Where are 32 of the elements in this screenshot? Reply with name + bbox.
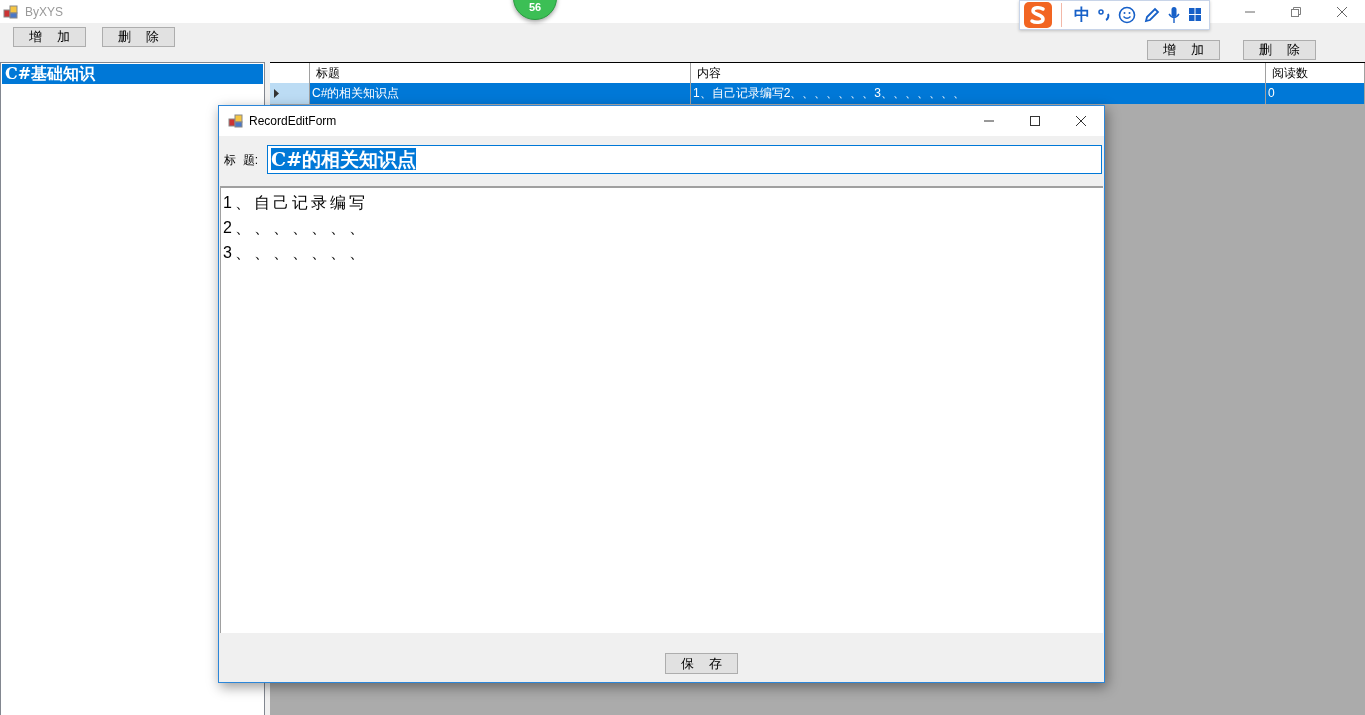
maximize-icon[interactable] [1029,115,1041,127]
pen-icon[interactable] [1144,6,1160,24]
toolbar-button[interactable]: 增 加 [13,27,86,47]
table-cell: 1、自己记录编写2、、、、、、、3、、、、、、、 [691,83,1266,104]
grid-icon[interactable] [1188,6,1202,24]
ime-logo-icon[interactable] [1023,2,1053,28]
close-icon[interactable] [1075,115,1087,127]
content-line: 1、自己记录编写 [223,193,368,213]
punctuation-icon[interactable] [1098,6,1110,24]
app-icon [228,113,244,129]
toolbar-button[interactable]: 增 加 [1147,40,1220,60]
window-title: ByXYS [25,4,63,19]
toolbar-button[interactable]: 删 除 [102,27,175,47]
table-cell: 0 [1266,83,1365,104]
content-text-area[interactable]: 1、自己记录编写 2、、、、、、、 3、、、、、、、 [220,186,1103,633]
title-label: 标 题: [224,151,258,169]
toolbar-button[interactable]: 删 除 [1243,40,1316,60]
title-input-field[interactable]: C#的相关知识点 [267,144,1102,174]
save-button[interactable]: 保 存 [665,653,738,674]
app-icon [3,3,19,20]
dialog-title: RecordEditForm [249,114,337,128]
title-value: C#的相关知识点 [271,148,417,170]
input-mode[interactable]: 中 [1074,4,1090,26]
microphone-icon[interactable] [1168,6,1180,24]
table-cell: C#的相关知识点 [310,83,691,104]
smiley-icon[interactable] [1118,6,1136,24]
restore-icon[interactable] [1290,5,1302,18]
close-icon[interactable] [1336,5,1348,18]
content-line: 2、、、、、、、 [223,218,368,238]
tree-item[interactable]: C#基础知识 [2,64,263,84]
row-header[interactable] [270,83,310,104]
content-line: 3、、、、、、、 [223,243,368,263]
